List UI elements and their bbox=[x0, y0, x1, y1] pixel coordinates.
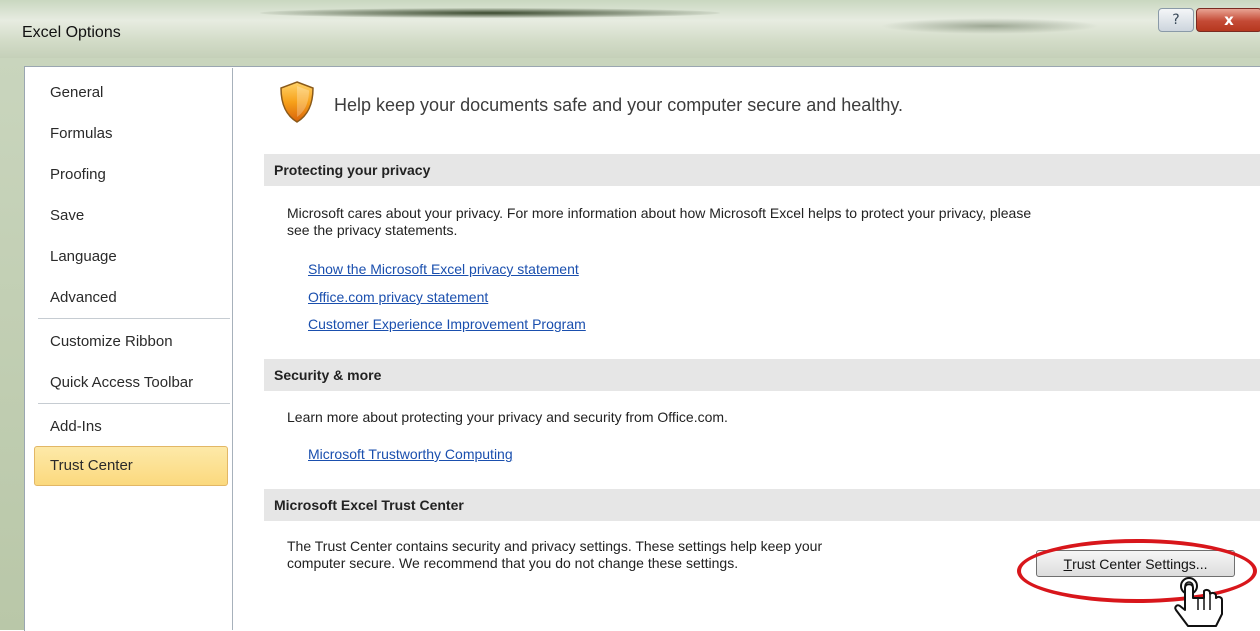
trust-center-description-line: The Trust Center contains security and p… bbox=[287, 538, 823, 554]
button-accelerator: T bbox=[1063, 555, 1073, 572]
page-headline: Help keep your documents safe and your c… bbox=[334, 95, 903, 115]
trust-center-pane: Help keep your documents safe and your c… bbox=[246, 68, 1260, 630]
title-bar-glare bbox=[260, 8, 720, 18]
close-button[interactable]: x bbox=[1196, 8, 1260, 32]
section-header-privacy: Protecting your privacy bbox=[264, 154, 1260, 186]
sidebar-item-proofing[interactable]: Proofing bbox=[50, 166, 106, 183]
sidebar-item-add-ins[interactable]: Add-Ins bbox=[50, 418, 102, 435]
link-excel-privacy-statement[interactable]: Show the Microsoft Excel privacy stateme… bbox=[308, 261, 579, 277]
sidebar-item-formulas[interactable]: Formulas bbox=[50, 125, 113, 142]
trust-center-settings-button[interactable]: Trust Center Settings... bbox=[1036, 550, 1235, 577]
sidebar-item-quick-access-toolbar[interactable]: Quick Access Toolbar bbox=[50, 374, 193, 391]
title-bar: Excel Options ? x bbox=[0, 0, 1260, 58]
privacy-description-line: see the privacy statements. bbox=[287, 222, 458, 238]
sidebar-item-general[interactable]: General bbox=[50, 84, 103, 101]
trust-center-description: The Trust Center contains security and p… bbox=[287, 538, 822, 572]
trust-center-description-line: computer secure. We recommend that you d… bbox=[287, 555, 739, 571]
security-description: Learn more about protecting your privacy… bbox=[287, 409, 728, 425]
privacy-description-line: Microsoft cares about your privacy. For … bbox=[287, 205, 1032, 221]
sidebar-item-advanced[interactable]: Advanced bbox=[50, 289, 117, 306]
sidebar-item-save[interactable]: Save bbox=[50, 207, 84, 224]
privacy-description: Microsoft cares about your privacy. For … bbox=[287, 205, 1031, 239]
window-title: Excel Options bbox=[22, 24, 121, 41]
sidebar-divider bbox=[38, 318, 230, 319]
options-sidebar: General Formulas Proofing Save Language … bbox=[30, 68, 233, 630]
sidebar-item-language[interactable]: Language bbox=[50, 248, 117, 265]
link-customer-experience-program[interactable]: Customer Experience Improvement Program bbox=[308, 316, 586, 332]
link-office-privacy-statement[interactable]: Office.com privacy statement bbox=[308, 289, 488, 305]
section-header-security: Security & more bbox=[264, 359, 1260, 391]
help-icon: ? bbox=[1172, 12, 1180, 28]
button-label: rust Center Settings... bbox=[1072, 555, 1208, 572]
title-bar-glare bbox=[880, 18, 1100, 34]
sidebar-divider bbox=[38, 403, 230, 404]
sidebar-item-trust-center[interactable]: Trust Center bbox=[50, 457, 133, 474]
pointing-hand-icon bbox=[1174, 577, 1223, 627]
link-trustworthy-computing[interactable]: Microsoft Trustworthy Computing bbox=[308, 446, 513, 462]
sidebar-item-customize-ribbon[interactable]: Customize Ribbon bbox=[50, 333, 173, 350]
close-icon: x bbox=[1224, 11, 1234, 29]
shield-icon bbox=[280, 81, 314, 123]
section-header-trust-center: Microsoft Excel Trust Center bbox=[264, 489, 1260, 521]
help-button[interactable]: ? bbox=[1158, 8, 1194, 32]
